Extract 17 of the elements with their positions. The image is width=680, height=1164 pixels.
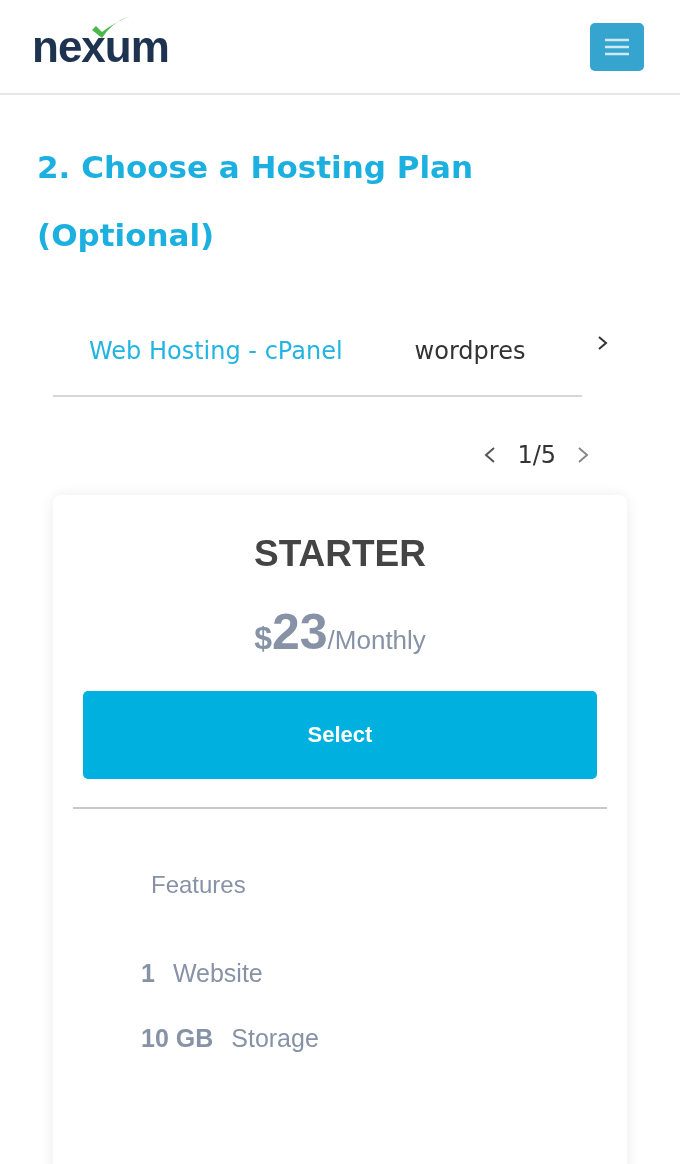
feature-label: Website xyxy=(172,959,263,988)
feature-label: Storage xyxy=(231,1024,319,1053)
price: 23 xyxy=(271,604,328,660)
menu-icon xyxy=(604,36,630,57)
billing-period: /Monthly xyxy=(327,625,426,655)
section-heading: 2. Choose a Hosting Plan (Optional) xyxy=(37,148,475,255)
logo[interactable]: nexum xyxy=(32,21,169,71)
plan-tab[interactable]: wordpres xyxy=(378,323,562,395)
page-counter: 1/5 xyxy=(517,441,556,469)
currency: $ xyxy=(254,620,272,656)
features-title: Features xyxy=(151,871,247,899)
feature-value: 10 GB xyxy=(141,1024,214,1053)
chevron-right-icon[interactable] xyxy=(596,334,610,352)
checkmark-icon xyxy=(90,15,130,40)
feature-value: 1 xyxy=(141,959,155,988)
plan-name: STARTER xyxy=(253,533,427,575)
menu-button[interactable] xyxy=(590,22,644,71)
